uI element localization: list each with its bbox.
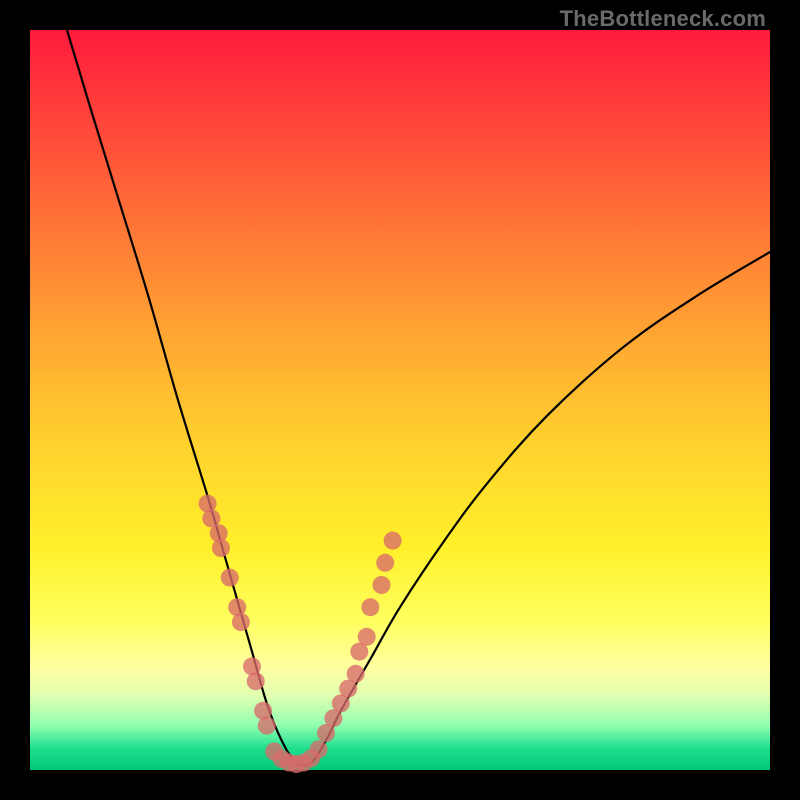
data-marker	[212, 539, 230, 557]
data-marker	[361, 598, 379, 616]
data-marker	[347, 665, 365, 683]
data-marker	[258, 717, 276, 735]
data-marker	[221, 569, 239, 587]
data-marker	[310, 740, 328, 758]
watermark-text: TheBottleneck.com	[560, 6, 766, 32]
bottleneck-curve	[67, 30, 770, 766]
data-marker	[247, 672, 265, 690]
data-markers	[199, 495, 402, 773]
data-marker	[358, 628, 376, 646]
data-marker	[232, 613, 250, 631]
bottleneck-chart	[30, 30, 770, 770]
data-marker	[376, 554, 394, 572]
data-marker	[384, 532, 402, 550]
data-marker	[373, 576, 391, 594]
